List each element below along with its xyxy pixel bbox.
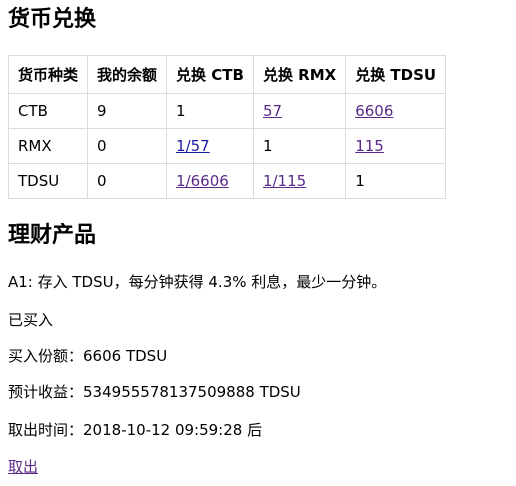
exchange-tdsu-to-rmx-link[interactable]: 1/115 xyxy=(263,172,306,190)
exchange-heading: 货币兑换 xyxy=(8,7,97,32)
rate-cell: 1 xyxy=(166,93,254,129)
expected-yield-label: 预计收益： xyxy=(8,383,84,401)
rate-cell: 1/57 xyxy=(166,128,254,164)
withdraw-time: 取出时间：2018-10-12 09:59:28 后 xyxy=(8,420,262,440)
product-description: A1: 存入 TDSU，每分钟获得 4.3% 利息，最少一分钟。 xyxy=(8,273,387,291)
table-header-row: 货币种类 我的余额 兑换 CTB 兑换 RMX 兑换 TDSU xyxy=(7,55,447,94)
exchange-ctb-to-rmx-link[interactable]: 57 xyxy=(263,102,282,120)
expected-yield-value: 534955578137509888 TDSU xyxy=(83,383,301,401)
purchase-amount-value: 6606 TDSU xyxy=(83,347,168,365)
expected-yield: 预计收益：534955578137509888 TDSU xyxy=(8,382,301,402)
rate-cell: 115 xyxy=(345,128,447,164)
purchase-amount-label: 买入份额： xyxy=(8,347,84,365)
column-header-to-ctb: 兑换 CTB xyxy=(166,55,254,94)
column-header-currency: 货币种类 xyxy=(7,55,89,94)
exchange-ctb-to-tdsu-link[interactable]: 6606 xyxy=(355,102,393,120)
column-header-balance: 我的余额 xyxy=(87,55,168,94)
balance-cell: 9 xyxy=(87,93,168,129)
exchange-tdsu-to-ctb-link[interactable]: 1/6606 xyxy=(176,172,229,190)
column-header-to-tdsu: 兑换 TDSU xyxy=(345,55,447,94)
purchase-status: 已买入 xyxy=(8,311,54,329)
withdraw-link[interactable]: 取出 xyxy=(8,458,38,476)
rate-cell: 1/6606 xyxy=(166,163,254,199)
withdraw-time-label: 取出时间： xyxy=(8,421,84,439)
purchase-amount: 买入份额：6606 TDSU xyxy=(8,346,167,366)
table-row-tdsu: TDSU 0 1/6606 1/115 1 xyxy=(7,163,447,199)
rate-cell: 1 xyxy=(345,163,447,199)
rate-cell: 57 xyxy=(252,93,347,129)
column-header-to-rmx: 兑换 RMX xyxy=(252,55,347,94)
rate-cell: 6606 xyxy=(345,93,447,129)
balance-cell: 0 xyxy=(87,163,168,199)
table-row-rmx: RMX 0 1/57 1 115 xyxy=(7,128,447,164)
products-heading: 理财产品 xyxy=(8,223,97,248)
rate-cell: 1/115 xyxy=(252,163,347,199)
withdraw-row: 取出 xyxy=(8,457,38,477)
currency-cell: CTB xyxy=(7,93,89,129)
withdraw-time-value: 2018-10-12 09:59:28 后 xyxy=(83,421,263,439)
currency-cell: TDSU xyxy=(7,163,89,199)
exchange-rmx-to-tdsu-link[interactable]: 115 xyxy=(355,137,384,155)
rate-cell: 1 xyxy=(252,128,347,164)
exchange-table: 货币种类 我的余额 兑换 CTB 兑换 RMX 兑换 TDSU CTB 9 1 … xyxy=(7,55,447,199)
balance-cell: 0 xyxy=(87,128,168,164)
table-row-ctb: CTB 9 1 57 6606 xyxy=(7,93,447,129)
currency-cell: RMX xyxy=(7,128,89,164)
exchange-rmx-to-ctb-link[interactable]: 1/57 xyxy=(176,137,210,155)
